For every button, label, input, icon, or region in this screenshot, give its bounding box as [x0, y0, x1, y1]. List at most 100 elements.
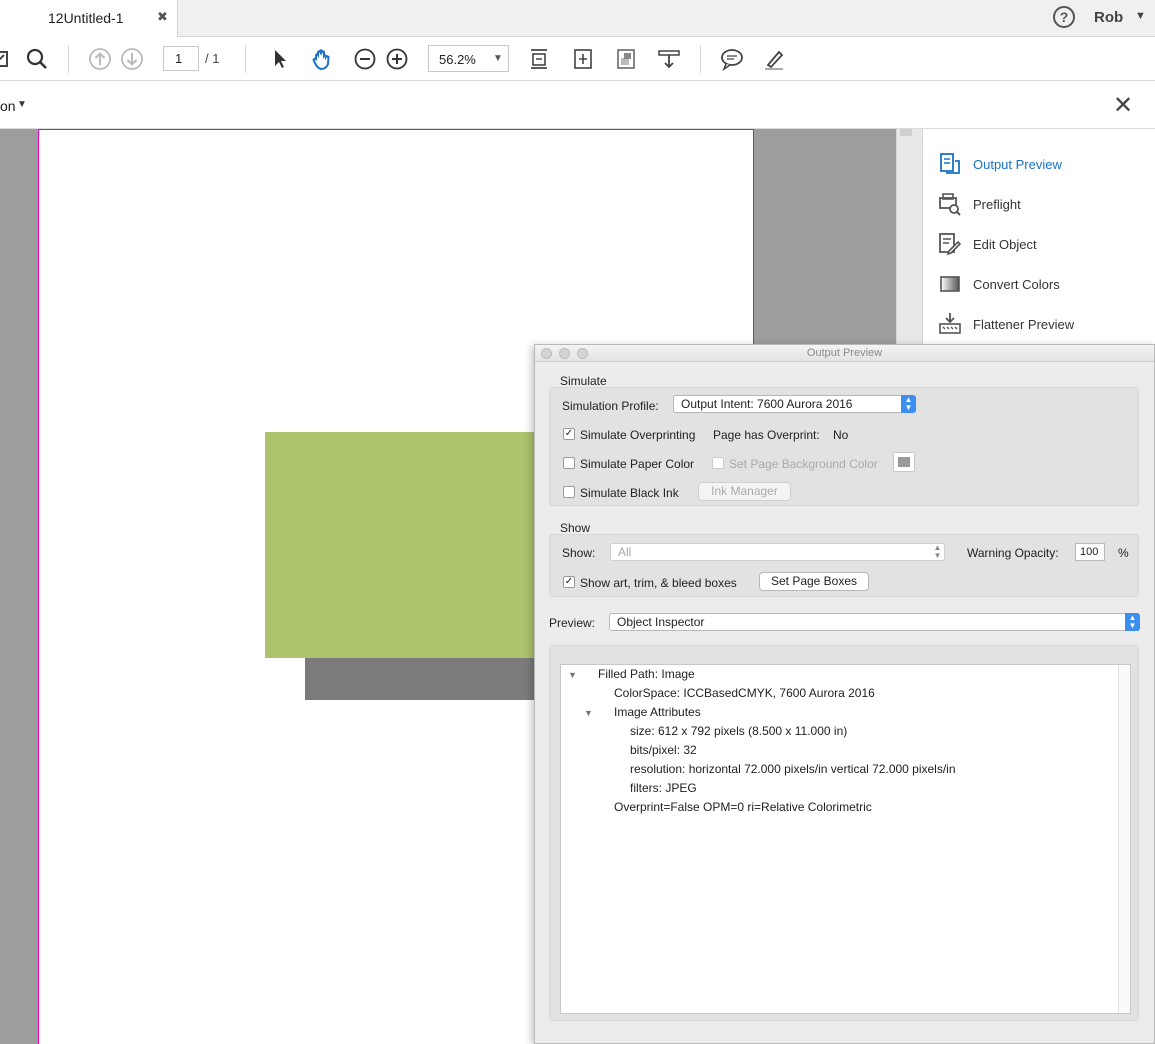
tool-label: Preflight: [973, 197, 1021, 212]
zoom-caret-icon: ▼: [493, 53, 503, 64]
tool-preflight[interactable]: Preflight: [937, 191, 1137, 219]
zoom-out-icon[interactable]: [352, 46, 378, 72]
help-icon[interactable]: ?: [1053, 6, 1075, 28]
select-stepper-icon: ▲ ▼: [933, 543, 942, 560]
simulate-paper-color-label: Simulate Paper Color: [580, 457, 695, 471]
simulate-paper-color-checkbox[interactable]: [563, 457, 575, 469]
set-page-bg-color-checkbox[interactable]: [712, 457, 724, 469]
preview-select[interactable]: Object Inspector ▲ ▼: [609, 613, 1140, 631]
tool-options-caret-icon[interactable]: ▼: [17, 99, 27, 110]
set-page-boxes-button[interactable]: Set Page Boxes: [759, 572, 869, 591]
page-has-overprint-value: No: [833, 428, 849, 442]
show-select[interactable]: All ▲ ▼: [610, 543, 945, 561]
page-transition-icon[interactable]: [656, 46, 682, 72]
warning-opacity-input[interactable]: 100: [1075, 543, 1105, 561]
show-section-label: Show: [560, 521, 591, 535]
user-menu-caret-icon[interactable]: ▼: [1135, 10, 1146, 22]
page-number-input[interactable]: 1: [163, 46, 199, 71]
show-value: All: [618, 545, 632, 559]
scrollbar-thumb[interactable]: [900, 129, 912, 136]
tree-image-attributes: Image Attributes: [614, 705, 701, 719]
zoom-in-icon[interactable]: [384, 46, 410, 72]
page-display-icon[interactable]: [613, 46, 639, 72]
object-inspector-tree[interactable]: ▼ Filled Path: Image ColorSpace: ICCBase…: [560, 664, 1131, 1014]
swatch-color: [898, 457, 910, 467]
document-tab-title: 12Untitled-1: [48, 10, 124, 26]
object-inspector-group: ▼ Filled Path: Image ColorSpace: ICCBase…: [549, 645, 1139, 1021]
user-name[interactable]: Rob: [1094, 9, 1123, 26]
warning-opacity-label: Warning Opacity:: [967, 546, 1059, 560]
zoom-value: 56.2%: [439, 52, 476, 67]
simulate-section-label: Simulate: [560, 374, 607, 388]
tool-flattener-preview[interactable]: Flattener Preview: [937, 311, 1137, 339]
simulate-overprinting-label: Simulate Overprinting: [580, 428, 696, 442]
fit-page-icon[interactable]: [526, 46, 552, 72]
tool-output-preview[interactable]: Output Preview: [937, 151, 1137, 179]
simulate-group: Simulation Profile: Output Intent: 7600 …: [549, 387, 1139, 506]
output-preview-dialog: Output Preview Simulate Simulation Profi…: [534, 344, 1155, 1044]
toolbar-divider: [700, 45, 701, 73]
show-label: Show:: [562, 546, 596, 560]
scrolling-mode-icon[interactable]: [570, 46, 596, 72]
tree-overprint: Overprint=False OPM=0 ri=Relative Colori…: [614, 800, 872, 814]
preview-value: Object Inspector: [617, 615, 705, 629]
simulate-black-ink-label: Simulate Black Ink: [580, 486, 679, 500]
simulate-black-ink-checkbox[interactable]: [563, 486, 575, 498]
tool-options-label[interactable]: on: [0, 98, 16, 114]
tree-filters: filters: JPEG: [630, 781, 697, 795]
pointer-tool-icon[interactable]: [266, 46, 292, 72]
tree-filled-path: Filled Path: Image: [598, 667, 695, 681]
simulate-overprinting-checkbox[interactable]: ✓: [563, 428, 575, 440]
select-stepper-icon: ▲ ▼: [1125, 613, 1140, 631]
search-icon[interactable]: [24, 46, 50, 72]
tree-size: size: 612 x 792 pixels (8.500 x 11.000 i…: [630, 724, 848, 738]
zoom-select[interactable]: 56.2% ▼: [428, 45, 509, 72]
expand-arrow-icon[interactable]: ▼: [584, 708, 593, 718]
previous-page-icon[interactable]: [87, 46, 113, 72]
inspector-scrollbar[interactable]: [1118, 665, 1130, 1013]
toolbar: 1 / 1 56.2% ▼: [0, 37, 1155, 81]
tool-options-bar: on ▼ ✕: [0, 82, 1155, 129]
set-page-bg-color-label: Set Page Background Color: [729, 457, 878, 471]
toolbar-divider: [245, 45, 246, 73]
show-boxes-label: Show art, trim, & bleed boxes: [580, 576, 737, 590]
hand-tool-icon[interactable]: [309, 46, 335, 72]
close-tab-icon[interactable]: ✖: [157, 9, 168, 25]
comment-icon[interactable]: [719, 46, 745, 72]
ink-manager-button[interactable]: Ink Manager: [698, 482, 791, 501]
dialog-title: Output Preview: [806, 347, 883, 359]
preflight-icon: [937, 191, 963, 217]
preview-label: Preview:: [549, 616, 596, 630]
highlight-pen-icon[interactable]: [761, 46, 787, 72]
show-boxes-checkbox[interactable]: ✓: [563, 576, 575, 588]
toolbar-divider: [68, 45, 69, 73]
grey-rectangle: [305, 658, 545, 700]
output-preview-icon: [937, 151, 963, 177]
expand-arrow-icon[interactable]: ▼: [568, 670, 577, 680]
next-page-icon[interactable]: [119, 46, 145, 72]
select-stepper-icon: ▲ ▼: [901, 395, 916, 413]
page-total: / 1: [205, 51, 220, 66]
tab-bar: 12Untitled-1 ✖ ? Rob ▼: [0, 0, 1155, 37]
bg-color-swatch[interactable]: [893, 452, 915, 472]
simulation-profile-select[interactable]: Output Intent: 7600 Aurora 2016 ▲ ▼: [673, 395, 916, 413]
tree-bits: bits/pixel: 32: [630, 743, 697, 757]
tree-colorspace: ColorSpace: ICCBasedCMYK, 7600 Aurora 20…: [614, 686, 875, 700]
flattener-preview-icon: [937, 311, 963, 337]
close-tool-icon[interactable]: ✕: [1113, 91, 1133, 120]
tool-label: Edit Object: [973, 237, 1037, 252]
page-has-overprint-label: Page has Overprint:: [713, 428, 820, 442]
convert-colors-icon: [937, 271, 963, 297]
green-image-rectangle[interactable]: [265, 432, 545, 658]
document-tab[interactable]: 12Untitled-1 ✖: [0, 0, 178, 37]
tool-label: Convert Colors: [973, 277, 1060, 292]
dialog-titlebar[interactable]: Output Preview: [535, 345, 1154, 362]
tool-label: Flattener Preview: [973, 317, 1075, 332]
tool-label: Output Preview: [973, 157, 1062, 172]
simulation-profile-value: Output Intent: 7600 Aurora 2016: [681, 397, 853, 411]
percent-label: %: [1118, 546, 1129, 560]
tool-convert-colors[interactable]: Convert Colors: [937, 271, 1137, 299]
tool-edit-object[interactable]: Edit Object: [937, 231, 1137, 259]
tree-resolution: resolution: horizontal 72.000 pixels/in …: [630, 762, 956, 776]
select-box-icon[interactable]: [0, 46, 14, 72]
